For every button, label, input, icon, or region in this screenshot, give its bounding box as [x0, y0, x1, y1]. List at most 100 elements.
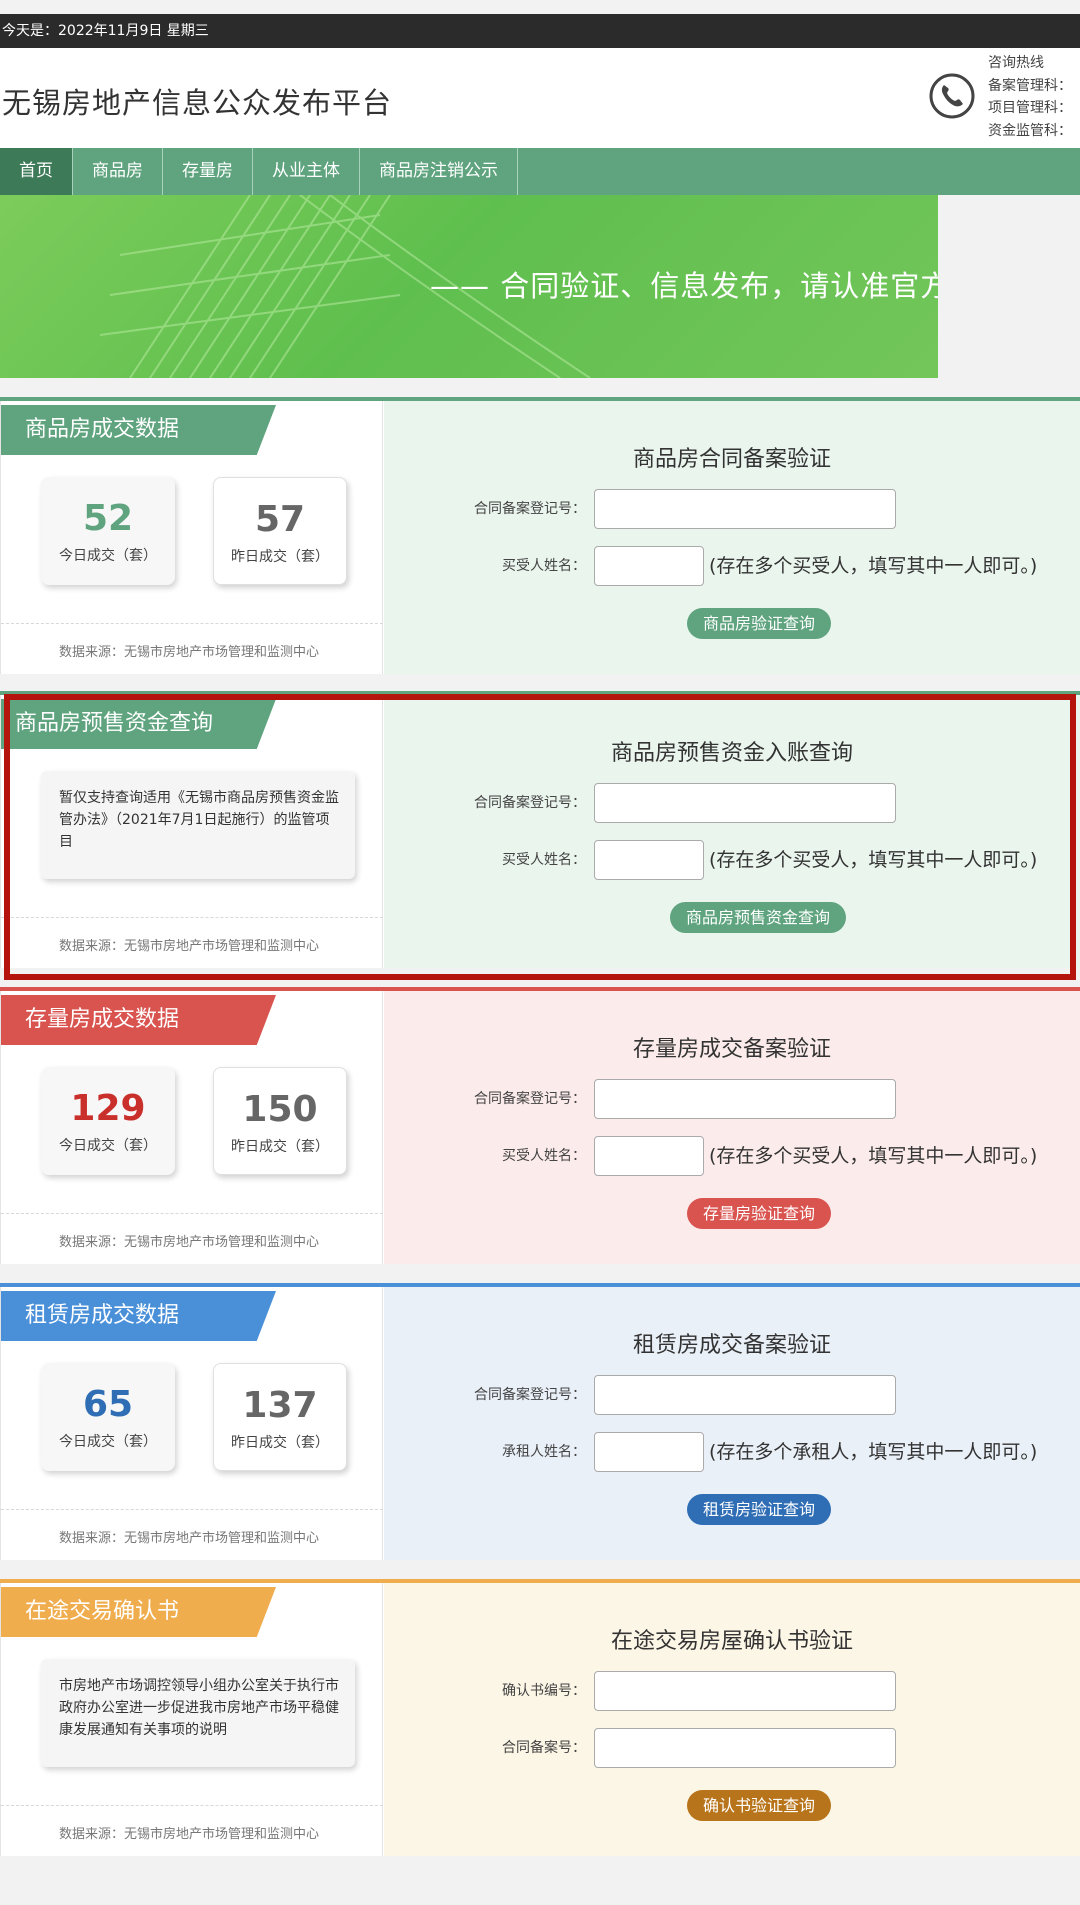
banner-slogan: —— 合同验证、信息发布，请认准官方 — [430, 269, 938, 303]
nav-item-cancellation-notice[interactable]: 商品房注销公示 — [360, 148, 518, 195]
yesterday-deals-value: 57 — [254, 499, 306, 540]
form-row-submit: 存量房验证查询 — [384, 1198, 1080, 1238]
yesterday-deals-label: 昨日成交（套） — [231, 549, 329, 565]
phone-icon — [929, 73, 975, 119]
presale-info-card: 暂仅支持查询适用《无锡市商品房预售资金监管办法》（2021年7月1日起施行）的监… — [41, 771, 355, 879]
yesterday-deals-card: 150 昨日成交（套） — [213, 1067, 347, 1175]
section-tab-label: 在途交易确认书 — [1, 1587, 276, 1637]
section-form: 存量房成交备案验证 合同备案登记号： 买受人姓名： (存在多个买受人，填写其中一… — [384, 991, 1080, 1264]
tenant-name-input[interactable] — [594, 1432, 704, 1472]
today-deals-value: 129 — [70, 1088, 146, 1129]
contract-filing-no-label: 合同备案号： — [502, 1740, 586, 1756]
section-left: 商品房预售资金查询 暂仅支持查询适用《无锡市商品房预售资金监管办法》（2021年… — [0, 695, 383, 968]
buyer-name-label: 买受人姓名： — [502, 852, 586, 868]
divider — [1, 917, 383, 918]
contract-no-label: 合同备案登记号： — [474, 501, 586, 517]
contract-no-label: 合同备案登记号： — [474, 1387, 586, 1403]
date-bar: 今天是：2022年11月9日 星期三 — [0, 14, 1080, 48]
buyer-name-input[interactable] — [594, 546, 704, 586]
today-deals-label: 今日成交（套） — [59, 1138, 157, 1154]
section-in-transit-confirmation: 在途交易确认书 市房地产市场调控领导小组办公室关于执行市政府办公室进一步促进我市… — [0, 1579, 1080, 1856]
contract-no-input[interactable] — [594, 783, 896, 823]
section-form: 商品房预售资金入账查询 合同备案登记号： 买受人姓名： (存在多个买受人，填写其… — [384, 695, 1080, 968]
banner: —— 合同验证、信息发布，请认准官方 — [0, 195, 938, 378]
data-source: 数据来源：无锡市房地产市场管理和监测中心 — [59, 1235, 320, 1250]
today-deals-card: 65 今日成交（套） — [41, 1363, 175, 1471]
buyer-name-input[interactable] — [594, 840, 704, 880]
today-deals-value: 65 — [82, 1384, 134, 1425]
yesterday-deals-card: 57 昨日成交（套） — [213, 477, 347, 585]
confirmation-no-label: 确认书编号： — [502, 1683, 586, 1699]
yesterday-deals-value: 137 — [242, 1385, 318, 1426]
hotline-line: 项目管理科： — [988, 100, 1072, 116]
nav-item-home[interactable]: 首页 — [0, 148, 73, 195]
form-title: 存量房成交备案验证 — [632, 1037, 831, 1062]
section-tab-label: 商品房成交数据 — [1, 405, 276, 455]
nav-item-existing-housing[interactable]: 存量房 — [163, 148, 253, 195]
section-tab-label: 商品房预售资金查询 — [1, 699, 276, 749]
section-presale-funds: 商品房预售资金查询 暂仅支持查询适用《无锡市商品房预售资金监管办法》（2021年… — [0, 691, 1080, 968]
existing-verify-button[interactable]: 存量房验证查询 — [687, 1198, 832, 1229]
today-deals-label: 今日成交（套） — [59, 1434, 157, 1450]
data-source: 数据来源：无锡市房地产市场管理和监测中心 — [59, 1827, 320, 1842]
notice-info-card: 市房地产市场调控领导小组办公室关于执行市政府办公室进一步促进我市房地产市场平稳健… — [41, 1659, 355, 1767]
section-form: 在途交易房屋确认书验证 确认书编号： 合同备案号： 确认书验证查询 — [384, 1583, 1080, 1856]
confirmation-no-input[interactable] — [594, 1671, 896, 1711]
section-form: 租赁房成交备案验证 合同备案登记号： 承租人姓名： (存在多个承租人，填写其中一… — [384, 1287, 1080, 1560]
today-deals-value: 52 — [82, 498, 134, 539]
section-tab-label: 存量房成交数据 — [1, 995, 276, 1045]
today-deals-card: 52 今日成交（套） — [41, 477, 175, 585]
confirmation-verify-button[interactable]: 确认书验证查询 — [687, 1790, 832, 1821]
yesterday-deals-label: 昨日成交（套） — [231, 1139, 329, 1155]
contract-no-input[interactable] — [594, 1375, 896, 1415]
site-title: 无锡房地产信息公众发布平台 — [2, 86, 393, 120]
yesterday-deals-value: 150 — [242, 1089, 318, 1130]
contract-filing-no-input[interactable] — [594, 1728, 896, 1768]
buyer-name-input[interactable] — [594, 1136, 704, 1176]
notice-info-text: 市房地产市场调控领导小组办公室关于执行市政府办公室进一步促进我市房地产市场平稳健… — [59, 1678, 339, 1738]
commercial-verify-button[interactable]: 商品房验证查询 — [687, 608, 832, 639]
hotline-line: 备案管理科： — [988, 77, 1072, 94]
section-left: 商品房成交数据 52 今日成交（套） 57 昨日成交（套） 数据来源：无锡市房地… — [0, 401, 383, 674]
nav-item-commercial-housing[interactable]: 商品房 — [73, 148, 163, 195]
data-source: 数据来源：无锡市房地产市场管理和监测中心 — [59, 1531, 320, 1546]
site-header: 无锡房地产信息公众发布平台 咨询热线 备案管理科： 项目管理科： 资金监管科： — [0, 48, 1080, 148]
rental-verify-button[interactable]: 租赁房验证查询 — [687, 1494, 832, 1525]
section-tab-label: 租赁房成交数据 — [1, 1291, 276, 1341]
form-title: 商品房合同备案验证 — [632, 447, 831, 472]
form-row-submit: 租赁房验证查询 — [384, 1494, 1080, 1534]
hotline-line: 资金监管科： — [988, 122, 1072, 139]
contract-no-input[interactable] — [594, 489, 896, 529]
divider — [1, 1213, 383, 1214]
form-title: 商品房预售资金入账查询 — [610, 741, 853, 766]
page-bottom — [0, 1870, 1080, 1905]
form-row-submit: 商品房预售资金查询 — [384, 902, 1080, 942]
form-title: 租赁房成交备案验证 — [632, 1333, 831, 1358]
form-title: 在途交易房屋确认书验证 — [610, 1629, 853, 1654]
date-text: 今天是：2022年11月9日 星期三 — [2, 23, 209, 39]
nav-item-practitioners[interactable]: 从业主体 — [253, 148, 360, 195]
tenant-name-hint: (存在多个承租人，填写其中一人即可。) — [709, 1441, 1038, 1463]
today-deals-label: 今日成交（套） — [59, 548, 157, 564]
yesterday-deals-label: 昨日成交（套） — [231, 1435, 329, 1451]
divider — [1, 1805, 383, 1806]
section-existing-deals: 存量房成交数据 129 今日成交（套） 150 昨日成交（套） 数据来源：无锡市… — [0, 987, 1080, 1264]
presale-funds-query-button[interactable]: 商品房预售资金查询 — [670, 902, 847, 933]
tenant-name-label: 承租人姓名： — [502, 1444, 586, 1460]
buyer-name-label: 买受人姓名： — [502, 1148, 586, 1164]
contract-no-label: 合同备案登记号： — [474, 795, 586, 811]
today-deals-card: 129 今日成交（套） — [41, 1067, 175, 1175]
contract-no-input[interactable] — [594, 1079, 896, 1119]
form-row-submit: 确认书验证查询 — [384, 1790, 1080, 1830]
buyer-name-label: 买受人姓名： — [502, 558, 586, 574]
divider — [1, 623, 383, 624]
yesterday-deals-card: 137 昨日成交（套） — [213, 1363, 347, 1471]
section-left: 在途交易确认书 市房地产市场调控领导小组办公室关于执行市政府办公室进一步促进我市… — [0, 1583, 383, 1856]
main-nav: 首页 商品房 存量房 从业主体 商品房注销公示 — [0, 148, 1080, 195]
presale-info-text: 暂仅支持查询适用《无锡市商品房预售资金监管办法》（2021年7月1日起施行）的监… — [59, 790, 339, 850]
contract-no-label: 合同备案登记号： — [474, 1091, 586, 1107]
data-source: 数据来源：无锡市房地产市场管理和监测中心 — [59, 939, 320, 954]
form-row-submit: 商品房验证查询 — [384, 608, 1080, 648]
section-left: 租赁房成交数据 65 今日成交（套） 137 昨日成交（套） 数据来源：无锡市房… — [0, 1287, 383, 1560]
hotline-info: 咨询热线 备案管理科： 项目管理科： 资金监管科： — [988, 52, 1072, 142]
